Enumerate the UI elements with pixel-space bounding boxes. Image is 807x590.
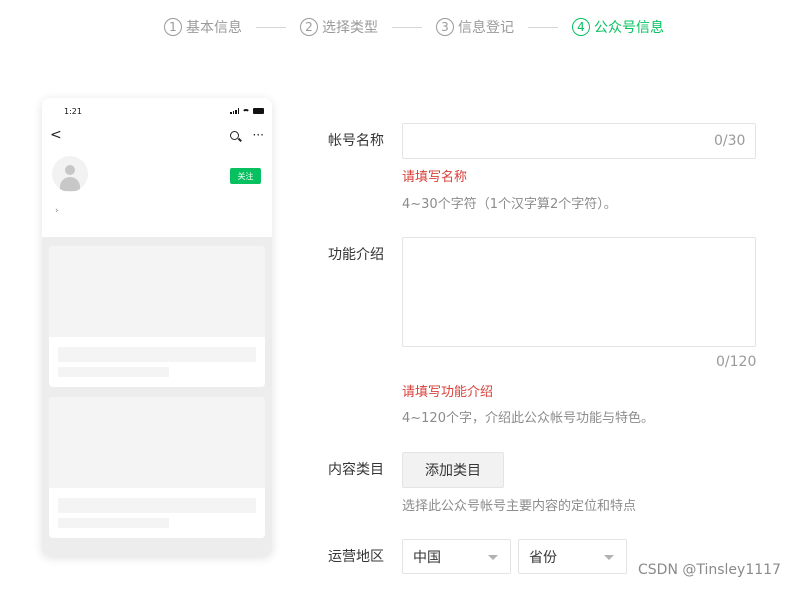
step-label: 选择类型: [322, 20, 378, 36]
step-divider: [528, 26, 558, 28]
step-number: 2: [300, 18, 318, 36]
province-select[interactable]: 省份: [518, 539, 627, 574]
step-divider: [392, 26, 422, 28]
chevron-right-icon: ›: [55, 206, 59, 216]
status-time: 1:21: [64, 106, 82, 116]
country-select-value: 中国: [413, 549, 441, 566]
battery-icon: [253, 108, 264, 114]
status-icons: [230, 108, 264, 114]
steps-bar: 1 基本信息 2 选择类型 3 信息登记 4 公众号信息: [164, 16, 664, 38]
province-select-value: 省份: [529, 549, 557, 566]
step-2: 2 选择类型: [300, 17, 378, 37]
avatar-head: [65, 165, 75, 175]
watermark: CSDN @Tinsley1117: [638, 562, 781, 578]
step-label: 基本信息: [186, 20, 242, 36]
intro-error: 请填写功能介绍: [402, 385, 494, 400]
step-divider: [256, 26, 286, 28]
caret-down-icon: [604, 555, 614, 560]
card-image-placeholder: [49, 246, 265, 337]
card-image-placeholder: [49, 397, 265, 488]
nav-actions: ···: [229, 128, 264, 142]
card-title-placeholder: [58, 347, 256, 362]
account-name-label: 帐号名称: [328, 133, 384, 149]
preview-navbar: < ···: [42, 124, 272, 146]
step-label: 公众号信息: [594, 20, 664, 36]
category-hint: 选择此公众号帐号主要内容的定位和特点: [402, 499, 637, 514]
article-placeholder-card: [49, 397, 265, 538]
region-label: 运营地区: [328, 549, 384, 565]
intro-textarea[interactable]: [402, 237, 756, 347]
caret-down-icon: [488, 555, 498, 560]
intro-counter: 0/120: [716, 354, 757, 370]
account-name-error: 请填写名称: [402, 170, 468, 185]
step-4: 4 公众号信息: [572, 17, 664, 37]
account-name-hint: 4~30个字符（1个汉字算2个字符）。: [402, 197, 617, 212]
profile-header: 1:21 < ··· 关注 ›: [42, 98, 272, 237]
step-number: 3: [436, 18, 454, 36]
step-number: 1: [164, 18, 182, 36]
step-label: 信息登记: [458, 20, 514, 36]
step-1: 1 基本信息: [164, 17, 242, 37]
search-icon: [229, 130, 239, 140]
phone-preview: 1:21 < ··· 关注 ›: [42, 98, 272, 556]
intro-label: 功能介绍: [328, 247, 384, 263]
account-name-input[interactable]: [402, 123, 756, 159]
avatar-body: [60, 177, 80, 191]
step-3: 3 信息登记: [436, 17, 514, 37]
wifi-icon: [242, 108, 250, 114]
follow-button: 关注: [230, 168, 261, 184]
intro-hint: 4~120个字，介绍此公众帐号功能与特色。: [402, 411, 654, 426]
avatar: [52, 156, 88, 192]
category-label: 内容类目: [328, 462, 384, 478]
signal-icon: [230, 108, 239, 114]
add-category-button[interactable]: 添加类目: [402, 452, 504, 488]
account-name-counter: 0/30: [714, 133, 746, 149]
status-bar: 1:21: [42, 98, 272, 124]
article-placeholder-card: [49, 246, 265, 387]
more-icon: ···: [252, 128, 264, 142]
card-subtitle-placeholder: [58, 518, 169, 528]
country-select[interactable]: 中国: [402, 539, 511, 574]
card-subtitle-placeholder: [58, 367, 169, 377]
step-number: 4: [572, 18, 590, 36]
chevron-left-icon: <: [50, 127, 62, 143]
card-title-placeholder: [58, 498, 256, 513]
